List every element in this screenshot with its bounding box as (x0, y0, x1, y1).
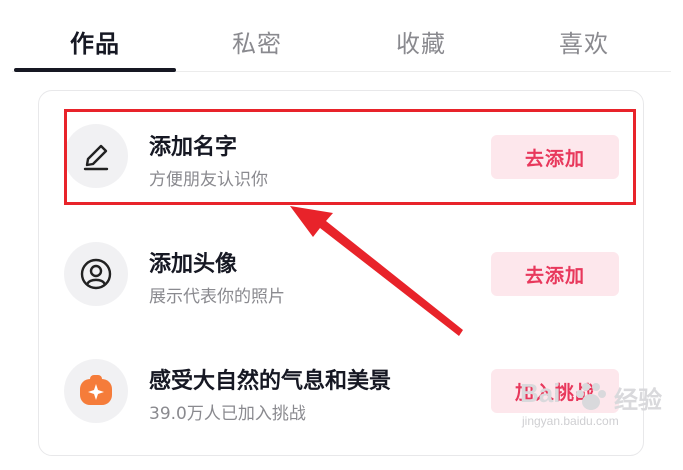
tab-private[interactable]: 私密 (232, 24, 282, 59)
task-row-add-avatar[interactable]: 添加头像 展示代表你的照片 去添加 (39, 226, 643, 326)
profile-page: 作品 私密 收藏 喜欢 添加名字 方便朋友认识你 去添加 添加头像 展示代表你的… (0, 0, 683, 470)
tab-favorites[interactable]: 收藏 (396, 24, 446, 59)
tab-works[interactable]: 作品 (70, 24, 120, 59)
sparkle-challenge-icon (64, 359, 128, 423)
baidu-jingyan-watermark: Bai 经验 jingyan.baidu.com (520, 378, 678, 448)
content-tabs: 作品 私密 收藏 喜欢 (12, 0, 671, 72)
active-tab-indicator (14, 68, 176, 72)
watermark-brand: Bai (520, 378, 561, 408)
user-avatar-icon (64, 242, 128, 306)
add-avatar-button[interactable]: 去添加 (491, 252, 619, 296)
highlight-box (64, 109, 636, 205)
task-title: 添加头像 (149, 252, 238, 277)
tab-likes[interactable]: 喜欢 (559, 24, 609, 59)
task-title: 感受大自然的气息和美景 (149, 369, 392, 394)
task-subtitle: 39.0万人已加入挑战 (149, 404, 306, 424)
watermark-url: jingyan.baidu.com (522, 414, 619, 428)
paw-icon (574, 382, 608, 416)
task-subtitle: 展示代表你的照片 (149, 287, 285, 307)
watermark-brand-cn: 经验 (614, 386, 662, 414)
